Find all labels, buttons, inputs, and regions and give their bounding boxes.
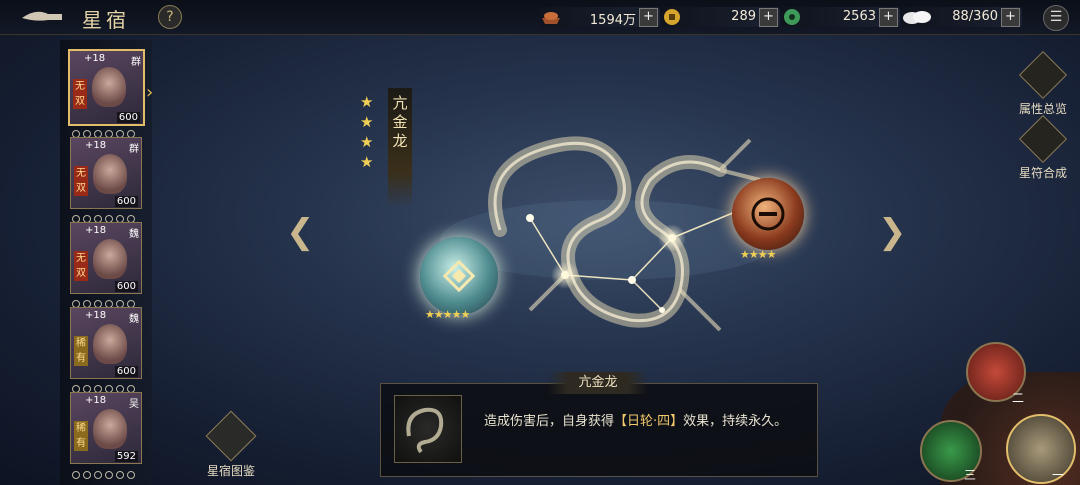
hero-portrait: [92, 67, 126, 107]
hero-card[interactable]: +18 吴 稀有 592: [70, 392, 142, 464]
hero-faction: 魏: [129, 314, 139, 325]
synthesis-icon: [1018, 114, 1068, 164]
menu-button[interactable]: ☰: [1043, 5, 1069, 31]
star-icon: ★: [360, 93, 374, 111]
wheel-label-right: 一: [1052, 468, 1065, 482]
resource-stamina: 88/360 +: [902, 7, 1022, 27]
hero-star-slots: [72, 293, 142, 308]
hero-portrait: [93, 409, 127, 449]
right-orb-stars: ★★★★: [740, 248, 776, 261]
hero-portrait: [93, 324, 127, 364]
hero-power: 600: [114, 281, 138, 292]
hero-faction: 群: [129, 144, 139, 155]
left-orb-stars: ★★★★★: [425, 308, 470, 321]
hero-tag: 无双: [74, 251, 88, 281]
diamond-rune-icon: [442, 259, 476, 293]
hero-level: +18: [84, 53, 106, 64]
add-silver-button[interactable]: +: [639, 8, 658, 27]
wheel-label-left: 三: [964, 468, 977, 482]
add-stamina-button[interactable]: +: [1001, 8, 1020, 27]
hero-faction: 群: [131, 57, 141, 68]
wheel-label-top: 二: [1012, 391, 1025, 405]
star-icon: ★: [360, 133, 374, 151]
hero-faction: 吴: [129, 399, 139, 410]
hero-star-slots: [72, 208, 142, 223]
hero-tag: 稀有: [74, 421, 88, 451]
chevron-right-icon: ›: [146, 82, 154, 103]
constellation-thumbnail: [394, 395, 462, 463]
silver-ingot-icon: [542, 12, 560, 24]
attributes-overview-button[interactable]: 属性总览: [1008, 50, 1078, 117]
gold-coin-icon: [664, 9, 680, 25]
gold-dragon-constellation-button[interactable]: [1006, 414, 1076, 484]
star-orb-left[interactable]: [420, 237, 498, 315]
hero-portrait: [93, 239, 127, 279]
coins-value: 289: [731, 9, 756, 24]
star-icon: ★: [360, 153, 374, 171]
hero-power: 600: [116, 112, 140, 123]
jade-coin-icon: [784, 9, 800, 25]
hero-card[interactable]: +18 魏 无双 600: [70, 222, 142, 294]
hero-card[interactable]: +18 群 无双 600: [70, 137, 142, 209]
resource-silver: 1594万 +: [540, 7, 660, 28]
hero-tag: 无双: [74, 166, 88, 196]
description-highlight: 【日轮·四】: [614, 414, 684, 429]
steamed-bun-icon: [903, 11, 931, 24]
back-arrow-icon[interactable]: [18, 6, 66, 28]
silver-value: 1594万: [589, 13, 636, 28]
hero-star-slots: [72, 123, 142, 138]
atlas-label: 星宿图鉴: [206, 464, 255, 478]
hero-power: 592: [114, 451, 138, 462]
hero-star-slots: [72, 378, 142, 393]
hero-card[interactable]: +18 魏 稀有 600: [70, 307, 142, 379]
help-button[interactable]: ?: [158, 5, 182, 29]
hero-card[interactable]: +18 群 无双 600: [68, 49, 145, 126]
star-orb-right[interactable]: [732, 178, 804, 250]
hero-portrait: [93, 154, 127, 194]
sun-rune-icon: [751, 197, 785, 231]
talisman-synthesis-button[interactable]: 星符合成: [1008, 114, 1078, 181]
jade-value: 2563: [842, 9, 876, 24]
attributes-icon: [1018, 50, 1068, 100]
constellation-name-banner: 亢金龙: [388, 88, 412, 208]
hero-level: +18: [85, 395, 107, 406]
hero-level: +18: [85, 140, 107, 151]
add-jade-button[interactable]: +: [879, 8, 898, 27]
next-arrow-icon[interactable]: ❯: [878, 212, 907, 252]
stamina-value: 88/360: [952, 9, 998, 24]
add-coins-button[interactable]: +: [759, 8, 778, 27]
star-icon: ★: [360, 113, 374, 131]
hero-level: +18: [85, 225, 107, 236]
description-text-after: 效果，持续永久。: [683, 414, 788, 429]
hero-power: 600: [114, 196, 138, 207]
hero-star-slots: [72, 464, 142, 479]
page-title: 星宿: [82, 8, 130, 32]
synthesis-label: 星符合成: [1018, 166, 1067, 180]
atlas-icon: [205, 410, 257, 462]
resource-coins: 289 +: [662, 7, 780, 27]
hero-faction: 魏: [129, 229, 139, 240]
dragon-thumbnail-icon: [406, 407, 444, 454]
resource-jade: 2563 +: [782, 7, 900, 27]
hero-tag: 无双: [73, 79, 87, 109]
hero-power: 600: [114, 366, 138, 377]
hero-level: +18: [85, 310, 107, 321]
description-title: 亢金龙: [548, 372, 648, 394]
constellation-name: 亢金龙: [392, 94, 408, 150]
prev-arrow-icon[interactable]: ❮: [286, 212, 315, 252]
description-text-before: 造成伤害后，自身获得: [484, 414, 615, 429]
rank-stars: ★ ★ ★ ★: [360, 92, 373, 172]
constellation-atlas-button[interactable]: 星宿图鉴: [200, 410, 262, 480]
description-text: 造成伤害后，自身获得【日轮·四】效果，持续永久。: [484, 412, 794, 432]
hero-tag: 稀有: [74, 336, 88, 366]
